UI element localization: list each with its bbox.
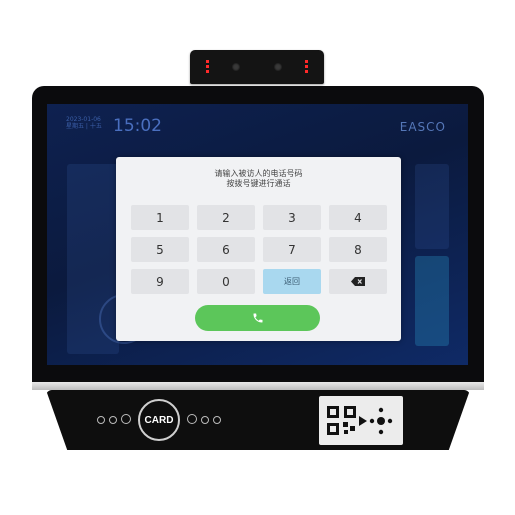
key-4[interactable]: 4 — [329, 205, 387, 230]
key-8[interactable]: 8 — [329, 237, 387, 262]
key-2[interactable]: 2 — [197, 205, 255, 230]
key-5[interactable]: 5 — [131, 237, 189, 262]
background-clock: 2023-01-06 星期五 | 十五 15:02 — [66, 116, 162, 136]
key-7[interactable]: 7 — [263, 237, 321, 262]
card-reader[interactable]: CARD — [138, 399, 180, 441]
play-arrow-icon — [359, 416, 367, 426]
delete-button[interactable] — [329, 269, 387, 294]
backspace-icon — [351, 277, 365, 286]
key-9[interactable]: 9 — [131, 269, 189, 294]
qr-scanner-window[interactable] — [319, 396, 403, 445]
key-3[interactable]: 3 — [263, 205, 321, 230]
background-panel-right-top — [415, 164, 449, 249]
indicator-dot-5 — [201, 416, 209, 424]
camera-lens-left — [232, 63, 240, 71]
keypad: 1 2 3 4 5 6 7 8 9 0 返回 — [131, 205, 387, 294]
brand-logo: EASCO — [399, 120, 446, 134]
scanner-dots-icon — [369, 407, 393, 435]
card-label: CARD — [144, 414, 174, 426]
dial-prompt: 请输入被访人的电话号码 — [214, 169, 303, 178]
ir-led-left — [206, 60, 209, 74]
indicator-dot-6 — [213, 416, 221, 424]
qr-code-icon — [327, 406, 356, 435]
call-button[interactable] — [195, 305, 320, 331]
key-0[interactable]: 0 — [197, 269, 255, 294]
camera-lens-right — [274, 63, 282, 71]
background-weekday: 星期五 | 十五 — [66, 123, 102, 130]
indicator-dot-2 — [109, 416, 117, 424]
background-panel-right-bottom — [415, 256, 449, 346]
phone-icon — [253, 313, 262, 323]
background-time: 15:02 — [113, 116, 162, 136]
background-date: 2023-01-06 — [66, 116, 101, 123]
silver-trim — [32, 382, 484, 390]
indicator-dot-3 — [121, 414, 131, 424]
dial-dialog: 请输入被访人的电话号码 按拨号键进行通话 1 2 3 4 5 6 7 8 9 0… — [116, 157, 401, 341]
ir-led-right — [305, 60, 308, 74]
key-1[interactable]: 1 — [131, 205, 189, 230]
indicator-dot-4 — [187, 414, 197, 424]
camera-module — [190, 50, 324, 84]
indicator-dot-1 — [97, 416, 105, 424]
key-6[interactable]: 6 — [197, 237, 255, 262]
dial-hint: 按拨号键进行通话 — [226, 179, 291, 188]
back-button[interactable]: 返回 — [263, 269, 321, 294]
